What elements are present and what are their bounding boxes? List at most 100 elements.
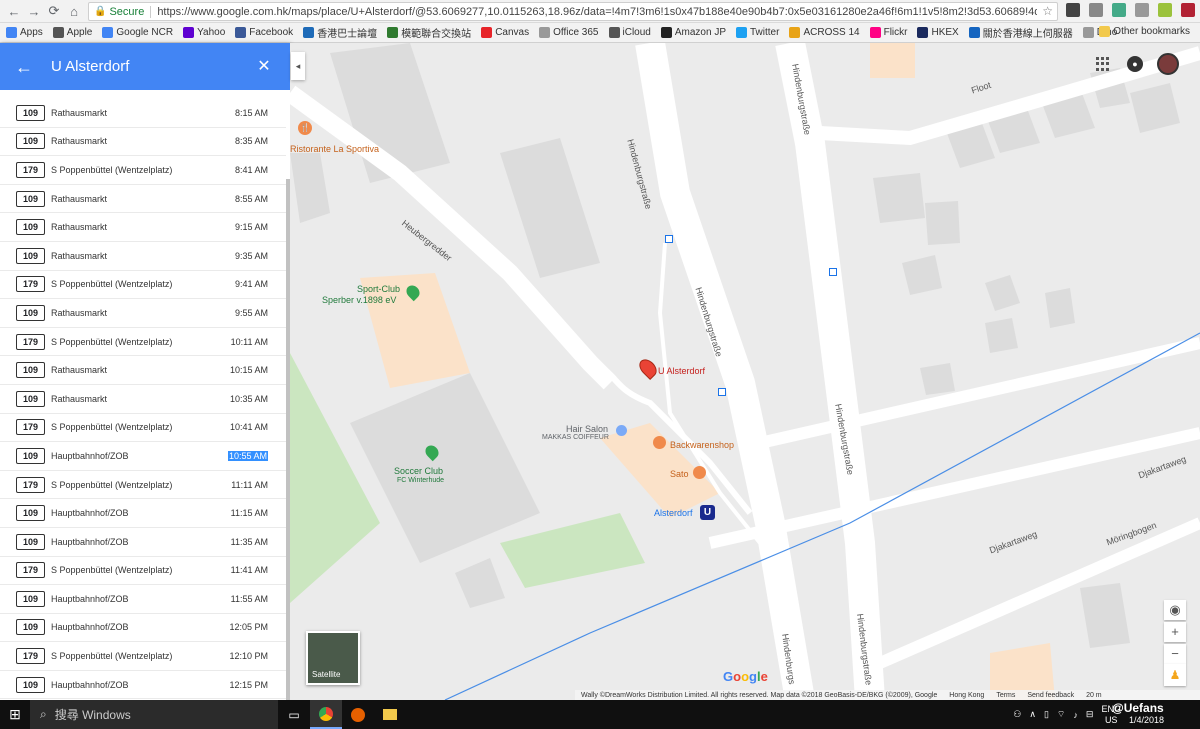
zoom-in-button[interactable]: + [1164,622,1186,642]
poi-label-backwarenshop[interactable]: Backwarenshop [670,440,734,450]
extension-icon[interactable] [1135,3,1149,17]
bookmark-item[interactable]: Twitter [736,27,779,38]
poi-label-sport-club[interactable]: Sport-Club [357,284,400,294]
my-location-icon[interactable]: ◉ [1164,600,1186,620]
departure-row[interactable]: 109 Hauptbahnhof/ZOB 10:55 AM [0,442,286,471]
back-arrow-icon[interactable]: ← [4,1,24,21]
departure-row[interactable]: 109 Rathausmarkt 8:55 AM [0,185,286,214]
departure-row[interactable]: 109 Hauptbahnhof/ZOB 11:15 AM [0,499,286,528]
windows-search-box[interactable]: ⌕ 搜尋 Windows [30,700,278,729]
forward-arrow-icon[interactable]: → [24,1,44,21]
poi-label-soccer-club[interactable]: Soccer Club [394,466,443,476]
ime-icon[interactable]: ⊟ [1086,709,1094,720]
departure-row[interactable]: 109 Hauptbahnhof/ZOB 12:05 PM [0,614,286,643]
battery-icon[interactable]: ▯ [1044,709,1049,720]
bookmark-item[interactable]: Amazon JP [660,27,726,38]
poi-label-alsterdorf-station[interactable]: Alsterdorf [654,508,693,518]
windows-start-icon[interactable]: ⊞ [0,706,30,723]
google-apps-icon[interactable] [1096,57,1110,71]
departure-row[interactable]: 109 Rathausmarkt 8:15 AM [0,99,286,128]
chrome-taskbar-icon[interactable] [310,700,342,729]
bookmark-star-icon[interactable]: ☆ [1042,4,1053,18]
task-view-icon[interactable]: ▭ [278,700,310,729]
poi-label-ristorante[interactable]: Ristorante La Sportiva [290,144,379,154]
bakery-icon[interactable] [653,436,666,449]
departure-row[interactable]: 109 Rathausmarkt 10:35 AM [0,385,286,414]
address-bar[interactable]: 🔒 Secure https://www.google.com.hk/maps/… [88,2,1058,21]
departure-row[interactable]: 109 Rathausmarkt 9:15 AM [0,213,286,242]
satellite-toggle[interactable]: Satellite [306,631,360,685]
terms-link[interactable]: Terms [996,692,1015,699]
departure-row[interactable]: 109 Hauptbahnhof/ZOB 11:55 AM [0,585,286,614]
reload-icon[interactable]: ⟳ [44,1,64,21]
extension-icon[interactable] [1112,3,1126,17]
restaurant-icon[interactable] [693,466,706,479]
u-bahn-station-icon[interactable]: U [700,505,715,520]
chevron-up-icon[interactable]: ∧ [1029,709,1036,720]
extension-icon[interactable] [1089,3,1103,17]
notifications-icon[interactable]: ● [1127,56,1143,72]
people-icon[interactable]: ⚇ [1013,709,1021,720]
firefox-taskbar-icon[interactable] [342,700,374,729]
other-bookmarks[interactable]: Other bookmarks [1099,26,1190,37]
bookmark-item[interactable]: Apps [6,27,43,38]
bookmark-item[interactable]: Office 365 [539,27,599,38]
departure-row[interactable]: 179 S Poppenbüttel (Wentzelplatz) 8:41 AM [0,156,286,185]
feedback-link[interactable]: Send feedback [1027,692,1074,699]
file-explorer-icon[interactable] [374,700,406,729]
poi-label-u-alsterdorf[interactable]: U Alsterdorf [658,366,705,376]
departure-row[interactable]: 179 S Poppenbüttel (Wentzelplatz) 10:11 AM [0,328,286,357]
poi-label-makkas[interactable]: MAKKAS COIFFEUR [542,434,609,441]
departure-row[interactable]: 179 S Poppenbüttel (Wentzelplatz) 12:10 PM [0,642,286,671]
bus-stop-icon[interactable] [665,235,673,243]
departure-row[interactable]: 109 Hauptbahnhof/ZOB 12:15 PM [0,671,286,700]
volume-icon[interactable]: ♪ [1073,710,1078,720]
network-icon[interactable]: ⌔ [1057,709,1065,720]
bus-stop-icon[interactable] [829,268,837,276]
departure-row[interactable]: 109 Rathausmarkt 9:35 AM [0,242,286,271]
poi-label-hair-salon[interactable]: Hair Salon [566,424,608,434]
close-icon[interactable]: ✕ [255,58,273,76]
departure-list: 109 Rathausmarkt 8:15 AM 109 Rathausmarkt 8:3… [0,99,286,700]
departure-row[interactable]: 179 S Poppenbüttel (Wentzelplatz) 11:41 AM [0,557,286,586]
url-text[interactable]: https://www.google.com.hk/maps/place/U+A… [157,6,1037,18]
departure-row[interactable]: 109 Rathausmarkt 8:35 AM [0,128,286,157]
bookmark-item[interactable]: Apple [52,27,92,38]
poi-label-fc-winterhude[interactable]: FC Winterhude [397,477,444,484]
bookmark-item[interactable]: 模範聯合交換站 [387,25,471,40]
extension-icon[interactable] [1158,3,1172,17]
extension-icon[interactable] [1066,3,1080,17]
departure-row[interactable]: 109 Hauptbahnhof/ZOB 11:35 AM [0,528,286,557]
departure-row[interactable]: 109 Rathausmarkt 9:55 AM [0,299,286,328]
departure-time: 11:55 AM [230,593,268,604]
region-link[interactable]: Hong Kong [949,692,984,699]
bookmark-item[interactable]: 關於香港線上伺服器 [968,25,1073,40]
collapse-panel-button[interactable]: ◂ [291,52,305,80]
bookmark-item[interactable]: ACROSS 14 [789,27,860,38]
map-canvas[interactable]: 🍴 Ristorante La Sportiva Sport-Club Sper… [290,43,1200,700]
home-icon[interactable]: ⌂ [64,1,84,21]
bus-stop-icon[interactable] [718,388,726,396]
departure-row[interactable]: 109 Rathausmarkt 10:15 AM [0,356,286,385]
bookmark-item[interactable]: Flickr [869,27,907,38]
poi-label-sato[interactable]: Sato [670,469,689,479]
departure-row[interactable]: 179 S Poppenbüttel (Wentzelplatz) 9:41 AM [0,271,286,300]
bookmark-item[interactable]: 香港巴士論壇 [303,25,377,40]
bookmark-label: Amazon JP [674,27,726,38]
departure-row[interactable]: 179 S Poppenbüttel (Wentzelplatz) 10:41 AM [0,414,286,443]
zoom-out-button[interactable]: − [1164,644,1186,664]
shop-pin-icon[interactable] [616,425,627,436]
avatar[interactable] [1157,53,1179,75]
bookmark-item[interactable]: Canvas [481,27,529,38]
flag-icon[interactable] [1181,3,1195,17]
poi-label-sperber[interactable]: Sperber v.1898 eV [322,295,396,305]
bookmark-item[interactable]: HKEX [917,27,959,38]
pegman-icon[interactable]: ♟ [1164,664,1186,686]
restaurant-icon[interactable]: 🍴 [298,121,312,135]
departure-row[interactable]: 179 S Poppenbüttel (Wentzelplatz) 11:11 AM [0,471,286,500]
bookmark-item[interactable]: Google NCR [102,27,173,38]
bookmark-item[interactable]: Facebook [235,27,293,38]
bookmark-item[interactable]: Yahoo [183,27,225,38]
back-arrow-icon[interactable]: ← [15,58,33,76]
bookmark-item[interactable]: iCloud [608,27,651,38]
